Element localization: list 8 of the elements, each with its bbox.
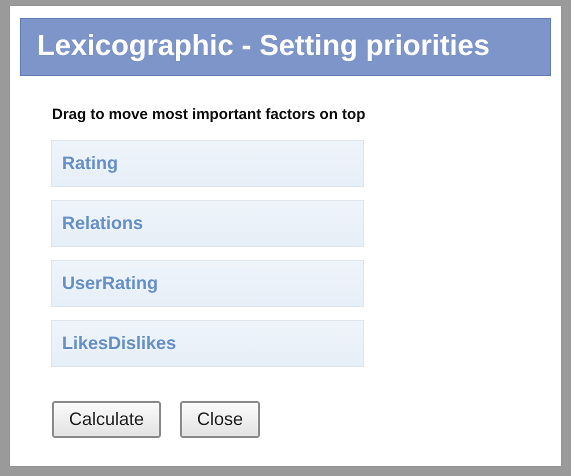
factor-item[interactable]: UserRating xyxy=(51,260,364,308)
factor-item[interactable]: Rating xyxy=(51,140,364,188)
dialog-button[interactable]: Calculate xyxy=(52,401,162,438)
window-title: Lexicographic - Setting priorities xyxy=(20,18,551,76)
factor-item[interactable]: Relations xyxy=(51,200,364,248)
instruction-text: Drag to move most important factors on top xyxy=(52,104,366,125)
dialog-button[interactable]: Close xyxy=(180,401,260,438)
factor-item[interactable]: LikesDislikes xyxy=(51,320,364,368)
